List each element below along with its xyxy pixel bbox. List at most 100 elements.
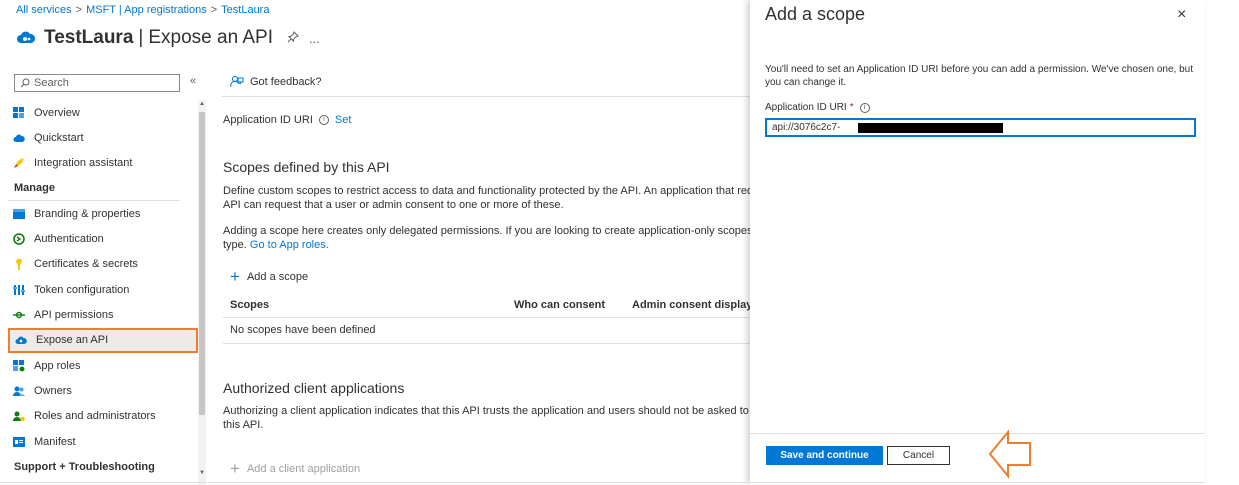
- save-and-continue-button[interactable]: Save and continue: [766, 446, 883, 465]
- app-id-uri-row: Application ID URI i Set: [223, 114, 351, 126]
- plus-icon: +: [230, 267, 240, 286]
- info-icon[interactable]: i: [859, 102, 870, 113]
- sidebar-item-label: Authentication: [34, 233, 104, 246]
- app-id-uri-value: api://3076c2c7-: [772, 122, 841, 133]
- sidebar-item-label: Owners: [34, 384, 72, 397]
- sidebar-item-token-configuration[interactable]: Token configuration: [8, 277, 198, 302]
- sidebar-item-expose-an-api[interactable]: Expose an API: [8, 327, 198, 353]
- sidebar-item-manifest[interactable]: Manifest: [8, 429, 198, 454]
- field-label-text: Application ID URI: [765, 102, 847, 113]
- sidebar-item-owners[interactable]: Owners: [8, 378, 198, 403]
- key-icon: [16, 258, 22, 271]
- page-header: TestLaura | Expose an API ...: [16, 25, 320, 51]
- feedback-button[interactable]: Got feedback?: [230, 75, 322, 89]
- scopes-section-title: Scopes defined by this API: [223, 159, 390, 175]
- sidebar-item-app-roles[interactable]: App roles: [8, 353, 198, 378]
- column-header-admin-consent[interactable]: Admin consent display ...: [632, 299, 765, 311]
- scopes-description: Define custom scopes to restrict access …: [223, 184, 751, 212]
- scopes-description-line: API can request that a user or admin con…: [223, 199, 564, 211]
- search-placeholder: Search: [34, 77, 69, 89]
- token-icon: [13, 284, 25, 295]
- plus-icon: +: [230, 459, 240, 478]
- more-options-button[interactable]: ...: [309, 31, 320, 46]
- scroll-down-icon[interactable]: ▼: [199, 470, 205, 476]
- app-roles-icon: [13, 359, 25, 372]
- divider: [0, 482, 1205, 483]
- scopes-note: Adding a scope here creates only delegat…: [223, 224, 751, 252]
- sidebar-item-roles-and-administrators[interactable]: Roles and administrators: [8, 404, 198, 429]
- redaction-box: [858, 123, 1003, 133]
- scopes-note-prefix: type.: [223, 239, 247, 251]
- authentication-icon: [13, 233, 25, 245]
- roles-icon: [13, 411, 25, 422]
- api-permissions-icon: [13, 311, 25, 319]
- cancel-button[interactable]: Cancel: [887, 446, 950, 465]
- sidebar-item-label: Token configuration: [34, 283, 130, 296]
- scopes-note-line: Adding a scope here creates only delegat…: [223, 225, 751, 237]
- breadcrumb-testlaura[interactable]: TestLaura: [221, 4, 269, 16]
- sidebar-item-label: Overview: [34, 106, 80, 119]
- sidebar-item-label: Expose an API: [36, 334, 109, 347]
- grid-icon: [13, 106, 24, 118]
- sidebar-item-certificates[interactable]: Certificates & secrets: [8, 252, 198, 277]
- sidebar-item-quickstart[interactable]: Quickstart: [8, 125, 198, 150]
- pin-icon[interactable]: [287, 30, 299, 46]
- app-id-uri-label: Application ID URI: [223, 114, 313, 126]
- scopes-description-line: Define custom scopes to restrict access …: [223, 185, 751, 197]
- sidebar-item-overview[interactable]: Overview: [8, 100, 198, 125]
- app-id-uri-input[interactable]: api://3076c2c7-: [765, 118, 1196, 137]
- page-title: Expose an API: [148, 27, 273, 48]
- add-client-label: Add a client application: [246, 463, 361, 475]
- sidebar-item-authentication[interactable]: Authentication: [8, 226, 198, 251]
- breadcrumb-app-registrations[interactable]: MSFT | App registrations: [86, 4, 207, 16]
- manage-section-title: Manage: [8, 176, 180, 202]
- feedback-label: Got feedback?: [250, 76, 322, 88]
- breadcrumb-separator: >: [75, 4, 83, 16]
- rocket-icon: [14, 158, 24, 169]
- go-to-app-roles-link[interactable]: Go to App roles.: [250, 239, 329, 251]
- sidebar-item-branding[interactable]: Branding & properties: [8, 201, 198, 226]
- cloud-icon: [17, 31, 36, 43]
- search-input[interactable]: Search: [14, 74, 180, 92]
- table-empty-message: No scopes have been defined: [230, 324, 376, 336]
- sidebar-item-label: Manifest: [34, 435, 76, 448]
- app-id-uri-field-label: Application ID URI * i: [765, 102, 876, 113]
- add-scope-label: Add a scope: [246, 271, 309, 283]
- manifest-icon: [13, 436, 25, 447]
- scopes-table-header: Scopes Who can consent Admin consent dis…: [223, 292, 765, 318]
- set-app-id-uri-link[interactable]: Set: [335, 114, 352, 126]
- divider: [750, 433, 1205, 434]
- add-client-application-button[interactable]: + Add a client application: [230, 459, 361, 478]
- sidebar-item-label: API permissions: [34, 309, 114, 322]
- divider: [223, 343, 751, 344]
- info-icon[interactable]: i: [318, 115, 329, 125]
- column-header-who-can-consent[interactable]: Who can consent: [514, 299, 605, 311]
- branding-icon: [13, 208, 25, 219]
- annotation-arrow-icon: [988, 429, 1031, 479]
- sidebar-item-api-permissions[interactable]: API permissions: [8, 302, 198, 327]
- divider: [222, 96, 750, 97]
- support-section-title: Support + Troubleshooting: [14, 460, 155, 473]
- feedback-icon: [230, 76, 244, 88]
- clients-section-title: Authorized client applications: [223, 380, 405, 396]
- clients-description-line: Authorizing a client application indicat…: [223, 405, 751, 417]
- clients-description: Authorizing a client application indicat…: [223, 404, 751, 432]
- breadcrumb-separator: >: [210, 4, 218, 16]
- sidebar-item-integration-assistant[interactable]: Integration assistant: [8, 151, 198, 176]
- app-name: TestLaura: [44, 27, 134, 48]
- sidebar-item-label: Roles and administrators: [34, 410, 156, 423]
- breadcrumb-all-services[interactable]: All services: [16, 4, 72, 16]
- required-marker: *: [849, 102, 854, 113]
- owners-icon: [13, 386, 25, 396]
- collapse-sidebar-button[interactable]: «: [190, 75, 196, 87]
- add-scope-button[interactable]: + Add a scope: [230, 267, 309, 286]
- sidebar-item-label: Branding & properties: [34, 207, 141, 220]
- close-icon[interactable]: ×: [1177, 6, 1186, 24]
- add-scope-panel: Add a scope × You'll need to set an Appl…: [750, 0, 1205, 485]
- scrollbar-thumb[interactable]: [199, 112, 205, 415]
- sidebar-item-label: Integration assistant: [34, 157, 133, 170]
- scroll-up-icon[interactable]: ▲: [199, 101, 205, 107]
- column-header-scopes[interactable]: Scopes: [230, 299, 269, 311]
- sidebar-item-label: Quickstart: [34, 131, 84, 144]
- title-separator: |: [138, 27, 144, 48]
